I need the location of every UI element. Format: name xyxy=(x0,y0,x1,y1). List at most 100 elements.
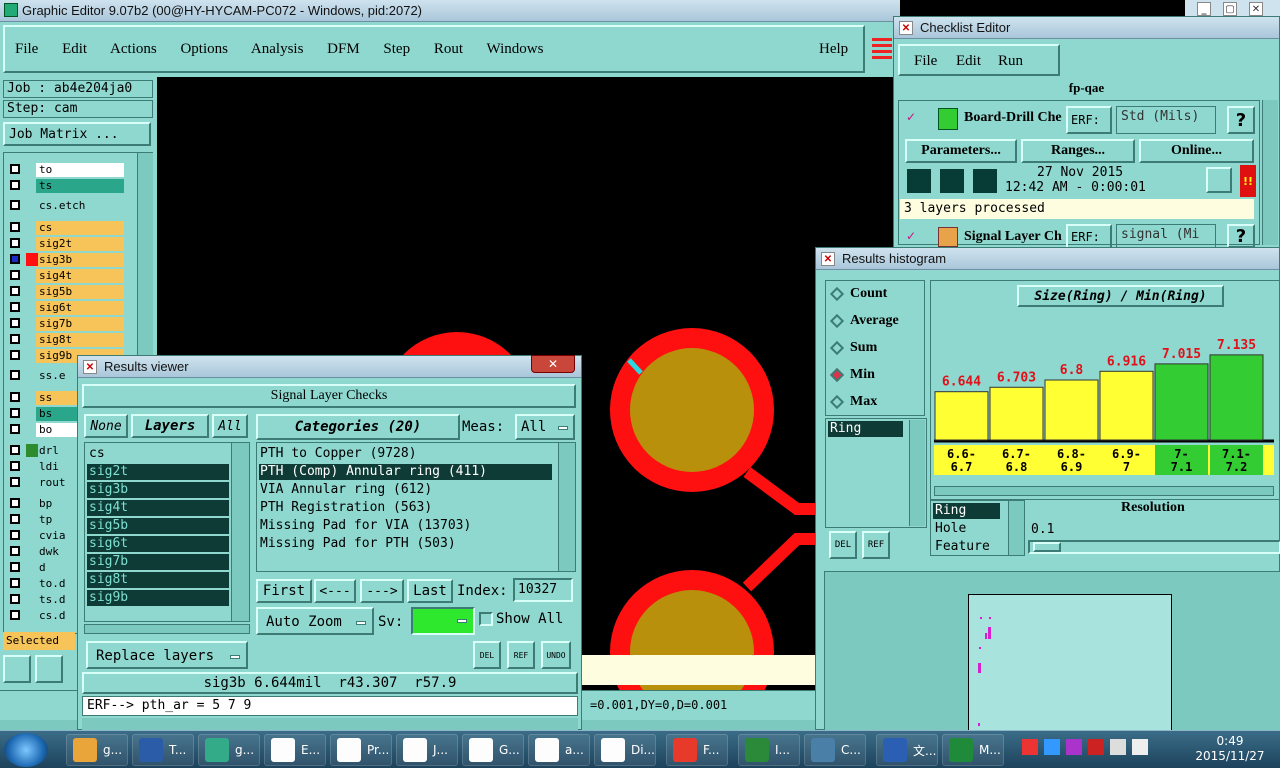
layer-checkbox[interactable] xyxy=(10,222,20,232)
layers-none-button[interactable]: None xyxy=(84,414,128,438)
taskbar-item[interactable]: g... xyxy=(198,734,260,766)
show-all-checkbox[interactable] xyxy=(479,612,493,626)
menu-actions[interactable]: Actions xyxy=(110,41,157,57)
item2-help-button[interactable]: ? xyxy=(1227,224,1255,248)
clock[interactable]: 0:49 2015/11/27 xyxy=(1190,734,1270,764)
trace-2[interactable] xyxy=(742,533,817,592)
item1-erf-value[interactable]: Std (Mils) xyxy=(1116,106,1216,134)
tray-icon-b[interactable] xyxy=(1044,739,1060,755)
layer-checkbox[interactable] xyxy=(10,164,20,174)
layer-checkbox[interactable] xyxy=(10,200,20,210)
layer-checkbox[interactable] xyxy=(10,392,20,402)
layer-checkbox[interactable] xyxy=(10,270,20,280)
first-button[interactable]: First xyxy=(256,579,312,603)
layer-row[interactable]: sig2t xyxy=(6,236,124,251)
layer-row[interactable]: to xyxy=(6,162,124,177)
chart-hscrollbar[interactable] xyxy=(934,486,1274,496)
layer-checkbox[interactable] xyxy=(10,562,20,572)
resolution-slider-thumb[interactable] xyxy=(1033,542,1061,552)
replace-layers-dropdown[interactable]: Replace layers xyxy=(86,641,248,669)
option-label-min[interactable]: Min xyxy=(850,367,875,383)
type-ring[interactable]: Ring xyxy=(933,503,1000,519)
taskbar-item[interactable]: I... xyxy=(738,734,800,766)
layer-checkbox[interactable] xyxy=(10,610,20,620)
sv-dropdown[interactable] xyxy=(411,607,475,635)
taskbar-item[interactable]: a... xyxy=(528,734,590,766)
layer-row[interactable]: ts xyxy=(6,178,124,193)
prev-button[interactable]: <--- xyxy=(314,579,356,603)
ranges-button[interactable]: Ranges... xyxy=(1021,139,1135,163)
minimize-icon[interactable]: _ xyxy=(1197,2,1211,16)
checklist-menu-file[interactable]: File xyxy=(914,53,937,70)
taskbar-item[interactable]: J... xyxy=(396,734,458,766)
taskbar-item[interactable]: E... xyxy=(264,734,326,766)
histogram-bar[interactable] xyxy=(1209,354,1264,441)
layer-checkbox[interactable] xyxy=(10,180,20,190)
menu-edit[interactable]: Edit xyxy=(62,41,87,57)
results-close-icon[interactable]: ✕ xyxy=(531,355,575,373)
layer-checkbox[interactable] xyxy=(10,530,20,540)
type-feature[interactable]: Feature xyxy=(935,539,990,554)
item2-label[interactable]: Signal Layer Ch xyxy=(964,229,1062,245)
results-layer-item[interactable]: sig8t xyxy=(87,572,229,588)
category-item[interactable]: PTH Registration (563) xyxy=(259,500,552,516)
job-matrix-button[interactable]: Job Matrix ... xyxy=(3,122,151,146)
layer-checkbox[interactable] xyxy=(10,238,20,248)
layer-checkbox[interactable] xyxy=(10,514,20,524)
results-layer-item[interactable]: cs xyxy=(87,446,229,462)
last-button[interactable]: Last xyxy=(407,579,453,603)
option-label-sum[interactable]: Sum xyxy=(850,340,877,356)
menu-windows[interactable]: Windows xyxy=(487,41,544,57)
online-button[interactable]: Online... xyxy=(1139,139,1254,163)
menu-help[interactable]: Help xyxy=(819,41,848,58)
taskbar-item[interactable]: Di... xyxy=(594,734,656,766)
trace-1[interactable] xyxy=(743,467,817,515)
histogram-bar[interactable] xyxy=(1044,379,1099,441)
layer-checkbox[interactable] xyxy=(10,286,20,296)
category-item[interactable]: Missing Pad for PTH (503) xyxy=(259,536,552,552)
network-icon[interactable] xyxy=(1110,739,1126,755)
layer-checkbox[interactable] xyxy=(10,408,20,418)
results-del-button[interactable]: DEL xyxy=(473,641,501,669)
taskbar-item[interactable]: 文... xyxy=(876,734,938,766)
maximize-icon[interactable]: ▢ xyxy=(1223,2,1237,16)
histogram-bar[interactable] xyxy=(1154,363,1209,441)
taskbar-item[interactable]: C... xyxy=(804,734,866,766)
layer-checkbox[interactable] xyxy=(10,445,20,455)
results-layer-item[interactable]: sig9b xyxy=(87,590,229,606)
histogram-list-scrollbar[interactable] xyxy=(909,420,925,526)
layer-row[interactable]: cs xyxy=(6,220,124,235)
tray-icon-a[interactable] xyxy=(1022,739,1038,755)
results-layer-item[interactable]: sig6t xyxy=(87,536,229,552)
taskbar-item[interactable]: G... xyxy=(462,734,524,766)
checklist-menu-edit[interactable]: Edit xyxy=(956,53,981,70)
layer-checkbox[interactable] xyxy=(10,350,20,360)
layer-checkbox[interactable] xyxy=(10,477,20,487)
menu-file[interactable]: File xyxy=(15,41,38,57)
resolution-slider[interactable] xyxy=(1028,540,1280,554)
taskbar-item[interactable]: F... xyxy=(666,734,728,766)
results-layer-scrollbar[interactable] xyxy=(231,443,249,621)
results-ref-button[interactable]: REF xyxy=(507,641,535,669)
undo-button[interactable]: UNDO xyxy=(541,641,571,669)
layer-row[interactable]: sig8t xyxy=(6,332,124,347)
taskbar-item[interactable]: T... xyxy=(132,734,194,766)
checklist-scrollbar[interactable] xyxy=(1262,100,1278,245)
layer-row[interactable]: sig6t xyxy=(6,300,124,315)
layer-row[interactable]: sig4t xyxy=(6,268,124,283)
start-button[interactable] xyxy=(4,733,48,767)
layer-row[interactable]: sig7b xyxy=(6,316,124,331)
menu-analysis[interactable]: Analysis xyxy=(251,41,304,57)
item2-erf-value[interactable]: signal (Mi xyxy=(1116,224,1216,248)
menu-step[interactable]: Step xyxy=(383,41,410,57)
categories-scrollbar[interactable] xyxy=(558,443,575,571)
histogram-del-button[interactable]: DEL xyxy=(829,531,857,559)
results-layer-item[interactable]: sig5b xyxy=(87,518,229,534)
results-layer-hscrollbar[interactable] xyxy=(84,624,250,634)
scroll-arrows-icon[interactable] xyxy=(872,38,892,60)
run-all-icon[interactable] xyxy=(938,167,966,195)
layer-checkbox[interactable] xyxy=(10,546,20,556)
option-label-count[interactable]: Count xyxy=(850,286,887,302)
pad-1[interactable] xyxy=(630,348,754,472)
layer-checkbox[interactable] xyxy=(10,578,20,588)
